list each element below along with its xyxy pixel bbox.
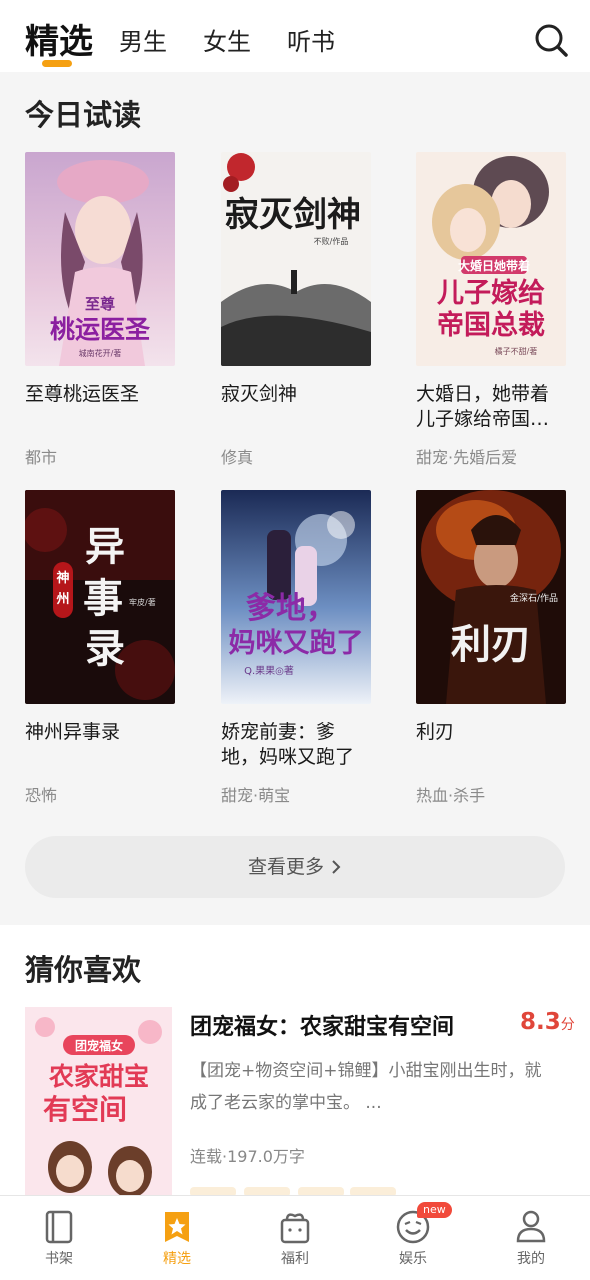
book-cover[interactable]: 利刃 金深石/作品 (416, 490, 566, 704)
book-category: 热血·杀手 (416, 786, 486, 805)
book-category: 甜宠·先婚后爱 (416, 448, 518, 467)
book-category: 恐怖 (25, 786, 58, 805)
section-title: 今日试读 (25, 98, 142, 132)
tab-featured[interactable]: 精选 (25, 14, 93, 63)
svg-text:州: 州 (55, 592, 69, 607)
svg-text:Q.果果◎著: Q.果果◎著 (244, 664, 294, 677)
book-title[interactable]: 利刃 (416, 720, 566, 745)
book-card[interactable]: 大婚日她带着 儿子嫁给 帝国总裁 橘子不甜/著 大婚日，她带着儿子嫁给帝国… 甜… (416, 152, 568, 472)
book-cover[interactable]: 团宠福女 农家甜宝 有空间 (25, 1007, 172, 1207)
book-card[interactable]: 爹地， 妈咪又跑了 Q.果果◎著 娇宠前妻：爹地，妈咪又跑了 甜宠·萌宝 (221, 490, 373, 810)
svg-text:至尊: 至尊 (85, 295, 115, 313)
svg-text:妈咪又跑了: 妈咪又跑了 (229, 628, 364, 659)
svg-text:大婚日她带着: 大婚日她带着 (458, 258, 530, 273)
book-title[interactable]: 大婚日，她带着儿子嫁给帝国… (416, 382, 566, 432)
book-cover[interactable]: 大婚日她带着 儿子嫁给 帝国总裁 橘子不甜/著 (416, 152, 566, 366)
section-title: 猜你喜欢 (25, 953, 142, 987)
book-title[interactable]: 娇宠前妻：爹地，妈咪又跑了 (221, 720, 371, 770)
book-score: 8.3分 (520, 1009, 575, 1035)
view-more-button[interactable]: 查看更多 (25, 836, 565, 898)
book-meta: 连载·197.0万字 (190, 1147, 305, 1166)
book-card[interactable]: 神 州 异 事 录 牢皮/著 神州异事录 恐怖 (25, 490, 177, 810)
book-title[interactable]: 神州异事录 (25, 720, 175, 745)
trial-read-section: 今日试读 至尊 桃运医圣 城南花开/著 至尊桃运医圣 都市 寂灭剑神 不败/作品… (0, 72, 590, 924)
nav-bookshelf[interactable]: 书架 (19, 1206, 99, 1268)
chevron-right-icon (332, 860, 341, 874)
nav-profile[interactable]: 我的 (491, 1206, 571, 1268)
book-category: 甜宠·萌宝 (221, 786, 291, 805)
svg-text:橘子不甜/著: 橘子不甜/著 (495, 346, 538, 356)
book-cover[interactable]: 至尊 桃运医圣 城南花开/著 (25, 152, 175, 366)
nav-featured[interactable]: 精选 (137, 1206, 217, 1268)
new-badge: new (417, 1202, 452, 1218)
nav-entertainment[interactable]: new 娱乐 (373, 1202, 453, 1268)
svg-text:寂灭剑神: 寂灭剑神 (225, 195, 361, 235)
svg-text:神: 神 (56, 570, 69, 586)
book-cover[interactable]: 爹地， 妈咪又跑了 Q.果果◎著 (221, 490, 371, 704)
active-tab-indicator (42, 60, 72, 67)
svg-text:农家甜宝: 农家甜宝 (48, 1062, 149, 1091)
book-description: 【团宠+物资空间+锦鲤】小甜宝刚出生时，就成了老云家的掌中宝。 ... (190, 1061, 542, 1113)
svg-text:录: 录 (85, 625, 125, 672)
search-icon[interactable] (533, 22, 569, 58)
view-more-label: 查看更多 (247, 856, 324, 878)
book-category: 都市 (25, 448, 58, 467)
profile-icon (516, 1210, 546, 1243)
book-title[interactable]: 团宠福女：农家甜宝有空间 (190, 1009, 454, 1041)
top-nav: 精选 男生 女生 听书 (0, 0, 590, 72)
book-cover[interactable]: 寂灭剑神 不败/作品 (221, 152, 371, 366)
svg-text:异: 异 (85, 523, 125, 570)
bottom-nav: 书架 精选 福利 new 娱乐 我的 (0, 1195, 590, 1280)
tab-male[interactable]: 男生 (119, 22, 167, 57)
gift-icon (280, 1213, 310, 1244)
book-card[interactable]: 至尊 桃运医圣 城南花开/著 至尊桃运医圣 都市 (25, 152, 177, 472)
book-title[interactable]: 寂灭剑神 (221, 382, 371, 407)
book-card[interactable]: 寂灭剑神 不败/作品 寂灭剑神 修真 (221, 152, 373, 472)
svg-text:团宠福女: 团宠福女 (75, 1038, 123, 1053)
svg-text:利刃: 利刃 (451, 622, 531, 668)
tab-female[interactable]: 女生 (203, 22, 251, 57)
svg-text:牢皮/著: 牢皮/著 (129, 597, 156, 607)
guess-you-like-section: 猜你喜欢 团宠福女 农家甜宝 有空间 团宠福女：农家甜宝有空间 8.3分 【团宠… (0, 925, 590, 1207)
svg-text:桃运医圣: 桃运医圣 (50, 315, 151, 344)
book-title[interactable]: 至尊桃运医圣 (25, 382, 175, 407)
bookshelf-icon (45, 1210, 73, 1244)
svg-text:爹地，: 爹地， (246, 591, 336, 626)
tab-audiobook[interactable]: 听书 (287, 22, 335, 57)
nav-welfare[interactable]: 福利 (255, 1206, 335, 1268)
svg-text:金深石/作品: 金深石/作品 (510, 592, 558, 604)
svg-text:帝国总裁: 帝国总裁 (437, 309, 545, 341)
svg-text:有空间: 有空间 (43, 1093, 127, 1126)
book-cover[interactable]: 神 州 异 事 录 牢皮/著 (25, 490, 175, 704)
svg-text:不败/作品: 不败/作品 (314, 236, 349, 246)
book-category: 修真 (221, 448, 254, 467)
svg-text:事: 事 (83, 575, 123, 622)
svg-text:儿子嫁给: 儿子嫁给 (437, 278, 545, 309)
svg-text:城南花开/著: 城南花开/著 (79, 348, 122, 358)
featured-icon (165, 1212, 189, 1242)
book-card[interactable]: 利刃 金深石/作品 利刃 热血·杀手 (416, 490, 568, 810)
